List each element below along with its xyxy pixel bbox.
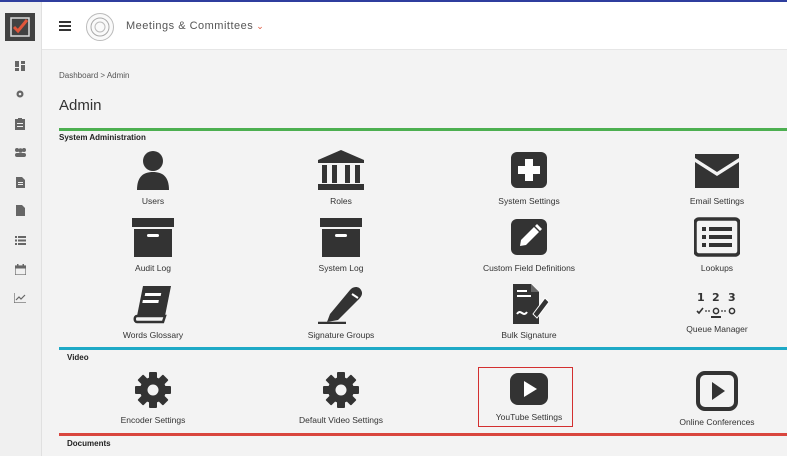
- signature-groups-label: Signature Groups: [307, 330, 375, 340]
- user-icon: [137, 151, 169, 190]
- bulk-signature-label: Bulk Signature: [501, 330, 557, 340]
- clipboard-icon[interactable]: [13, 117, 27, 131]
- section-divider-system: [59, 128, 787, 131]
- sort-numeric-icon: 1 2 3: [696, 291, 736, 318]
- section-divider-video: [59, 347, 787, 350]
- queue-manager-label: Queue Manager: [686, 324, 748, 334]
- svg-text:2: 2: [712, 291, 720, 304]
- gear-icon[interactable]: [13, 87, 27, 101]
- roles-label: Roles: [330, 196, 352, 206]
- sidebar: [0, 2, 42, 456]
- svg-text:1: 1: [697, 291, 705, 304]
- page-title: Admin: [59, 97, 102, 114]
- organization-logo: [86, 13, 114, 41]
- envelope-icon: [695, 154, 739, 188]
- gear-icon: [135, 372, 171, 408]
- app-title: Meetings & Committees: [126, 20, 254, 32]
- users-icon[interactable]: [13, 145, 27, 159]
- default-video-settings-tile[interactable]: Default Video Settings: [261, 371, 421, 425]
- list-alt-icon: [694, 217, 740, 257]
- archive-icon: [320, 218, 362, 257]
- encoder-settings-tile[interactable]: Encoder Settings: [73, 371, 233, 425]
- breadcrumb-separator: >: [100, 71, 106, 80]
- document-icon[interactable]: [13, 175, 27, 189]
- breadcrumb: Dashboard > Admin: [59, 71, 130, 80]
- book-icon: [133, 286, 171, 324]
- bulk-signature-tile[interactable]: Bulk Signature: [449, 284, 609, 340]
- youtube-settings-label: YouTube Settings: [495, 412, 563, 422]
- chart-icon[interactable]: [13, 291, 27, 305]
- pen-icon: [318, 287, 363, 324]
- roles-tile[interactable]: Roles: [261, 150, 421, 206]
- svg-text:3: 3: [728, 291, 736, 304]
- custom-field-definitions-tile[interactable]: Custom Field Definitions: [449, 217, 609, 273]
- file-icon[interactable]: [13, 203, 27, 217]
- archive-icon: [132, 218, 174, 257]
- online-conferences-tile[interactable]: Online Conferences: [637, 371, 787, 427]
- app-title-dropdown[interactable]: Meetings & Committees ⌄: [126, 20, 264, 32]
- encoder-settings-label: Encoder Settings: [120, 415, 186, 425]
- section-title-video: Video: [67, 353, 89, 362]
- dashboard-icon[interactable]: [13, 59, 27, 73]
- email-settings-label: Email Settings: [689, 196, 745, 206]
- users-label: Users: [141, 196, 165, 206]
- users-tile[interactable]: Users: [73, 150, 233, 206]
- menu-icon[interactable]: [59, 21, 71, 31]
- file-signature-icon: [513, 284, 549, 324]
- chevron-down-icon: ⌄: [256, 21, 265, 31]
- list-icon[interactable]: [13, 233, 27, 247]
- section-title-documents: Documents: [67, 439, 111, 448]
- online-conferences-label: Online Conferences: [679, 417, 755, 427]
- default-video-settings-label: Default Video Settings: [299, 415, 383, 425]
- lookups-tile[interactable]: Lookups: [637, 217, 787, 273]
- words-glossary-tile[interactable]: Words Glossary: [73, 284, 233, 340]
- top-bar: Meetings & Committees ⌄: [42, 2, 787, 50]
- youtube-settings-tile[interactable]: YouTube Settings: [449, 372, 609, 422]
- youtube-icon: [510, 373, 548, 405]
- section-title-system: System Administration: [59, 133, 146, 142]
- system-log-label: System Log: [318, 263, 364, 273]
- check-logo-icon: [10, 17, 30, 37]
- system-settings-label: System Settings: [498, 196, 560, 206]
- system-log-tile[interactable]: System Log: [261, 217, 421, 273]
- gear-icon: [323, 372, 359, 408]
- audit-log-tile[interactable]: Audit Log: [73, 217, 233, 273]
- signature-groups-tile[interactable]: Signature Groups: [261, 284, 421, 340]
- institution-icon: [318, 150, 364, 190]
- audit-log-label: Audit Log: [135, 263, 171, 273]
- custom-field-definitions-label: Custom Field Definitions: [482, 263, 576, 273]
- breadcrumb-dashboard-link[interactable]: Dashboard: [59, 71, 98, 80]
- section-divider-documents: [59, 433, 787, 436]
- breadcrumb-current: Admin: [106, 71, 130, 80]
- words-glossary-label: Words Glossary: [122, 330, 184, 340]
- app-logo[interactable]: [5, 13, 35, 41]
- plus-square-icon: [511, 152, 547, 188]
- play-square-icon: [696, 371, 738, 411]
- edit-square-icon: [511, 219, 547, 255]
- queue-manager-tile[interactable]: 1 2 3 Queue Manager: [637, 290, 787, 334]
- system-settings-tile[interactable]: System Settings: [449, 150, 609, 206]
- calendar-icon[interactable]: [13, 262, 27, 276]
- lookups-label: Lookups: [700, 263, 734, 273]
- email-settings-tile[interactable]: Email Settings: [637, 150, 787, 206]
